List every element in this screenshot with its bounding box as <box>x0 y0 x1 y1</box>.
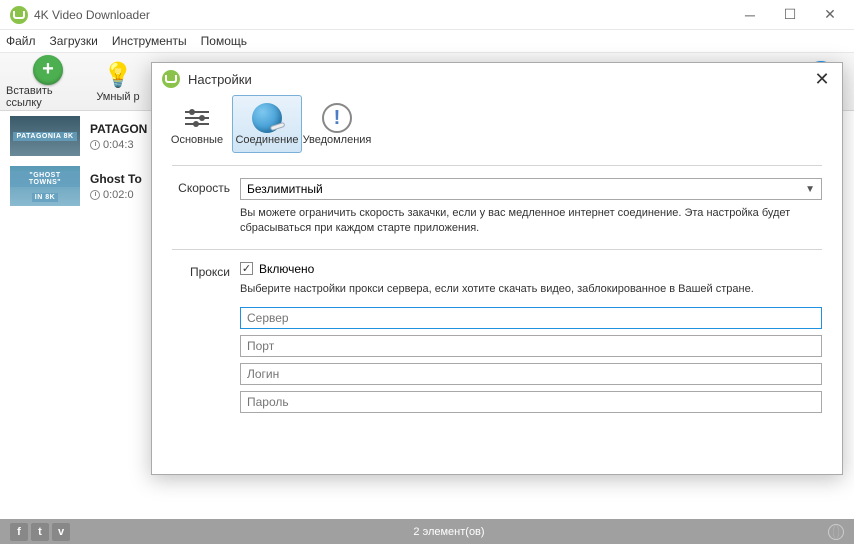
globe-icon[interactable] <box>828 524 844 540</box>
download-title: PATAGON <box>90 122 147 136</box>
titlebar: 4K Video Downloader ─ ☐ ✕ <box>0 0 854 30</box>
minimize-button[interactable]: ─ <box>730 1 770 29</box>
dialog-title: Настройки <box>188 72 812 87</box>
dialog-icon <box>162 70 180 88</box>
smart-mode-label: Умный р <box>96 91 139 103</box>
tab-general[interactable]: Основные <box>162 95 232 153</box>
tab-notifications[interactable]: ! Уведомления <box>302 95 372 153</box>
dialog-close-button[interactable]: ✕ <box>812 69 832 90</box>
download-duration: 0:02:0 <box>90 189 142 201</box>
speed-value: Безлимитный <box>247 182 323 196</box>
dialog-tabs: Основные Соединение ! Уведомления <box>152 95 842 153</box>
proxy-enabled-checkbox[interactable]: ✓ <box>240 262 253 275</box>
app-title: 4K Video Downloader <box>34 8 730 22</box>
close-button[interactable]: ✕ <box>810 1 850 29</box>
clock-icon <box>90 190 100 200</box>
maximize-button[interactable]: ☐ <box>770 1 810 29</box>
statusbar: f t v 2 элемент(ов) <box>0 519 854 544</box>
tab-connection[interactable]: Соединение <box>232 95 302 153</box>
menu-file[interactable]: Файл <box>6 34 36 48</box>
proxy-password-input[interactable] <box>240 391 822 413</box>
menu-downloads[interactable]: Загрузки <box>50 34 98 48</box>
proxy-login-input[interactable] <box>240 363 822 385</box>
smart-mode-button[interactable]: 💡 Умный р <box>90 55 146 109</box>
proxy-help-text: Выберите настройки прокси сервера, если … <box>240 282 822 297</box>
facebook-icon[interactable]: f <box>10 523 28 541</box>
sliders-icon <box>181 102 213 134</box>
notification-icon: ! <box>321 102 353 134</box>
divider <box>172 165 822 166</box>
chevron-down-icon: ▼ <box>805 184 815 195</box>
speed-help-text: Вы можете ограничить скорость закачки, е… <box>240 206 822 237</box>
proxy-label: Прокси <box>172 262 240 279</box>
vimeo-icon[interactable]: v <box>52 523 70 541</box>
status-item-count: 2 элемент(ов) <box>70 526 828 538</box>
tab-general-label: Основные <box>171 134 223 146</box>
app-icon <box>10 6 28 24</box>
twitter-icon[interactable]: t <box>31 523 49 541</box>
paste-link-button[interactable]: + Вставить ссылку <box>6 55 90 109</box>
menu-tools[interactable]: Инструменты <box>112 34 187 48</box>
proxy-server-input[interactable] <box>240 307 822 329</box>
dialog-titlebar: Настройки ✕ <box>152 63 842 95</box>
thumbnail: "GHOST TOWNS" IN 8K <box>10 166 80 206</box>
proxy-enabled-label: Включено <box>259 262 314 276</box>
download-title: Ghost To <box>90 172 142 186</box>
paste-link-label: Вставить ссылку <box>6 85 90 109</box>
proxy-port-input[interactable] <box>240 335 822 357</box>
tab-connection-label: Соединение <box>235 134 298 146</box>
speed-select[interactable]: Безлимитный ▼ <box>240 178 822 200</box>
divider <box>172 249 822 250</box>
menu-help[interactable]: Помощь <box>201 34 247 48</box>
plus-icon: + <box>33 55 63 85</box>
menubar: Файл Загрузки Инструменты Помощь <box>0 30 854 53</box>
bulb-icon: 💡 <box>103 61 133 91</box>
download-duration: 0:04:3 <box>90 139 147 151</box>
connection-icon <box>251 102 283 134</box>
clock-icon <box>90 140 100 150</box>
speed-label: Скорость <box>172 178 240 195</box>
thumbnail: PATAGONIA 8K <box>10 116 80 156</box>
tab-notifications-label: Уведомления <box>303 134 372 146</box>
settings-dialog: Настройки ✕ Основные Соединение ! Уведом… <box>151 62 843 475</box>
